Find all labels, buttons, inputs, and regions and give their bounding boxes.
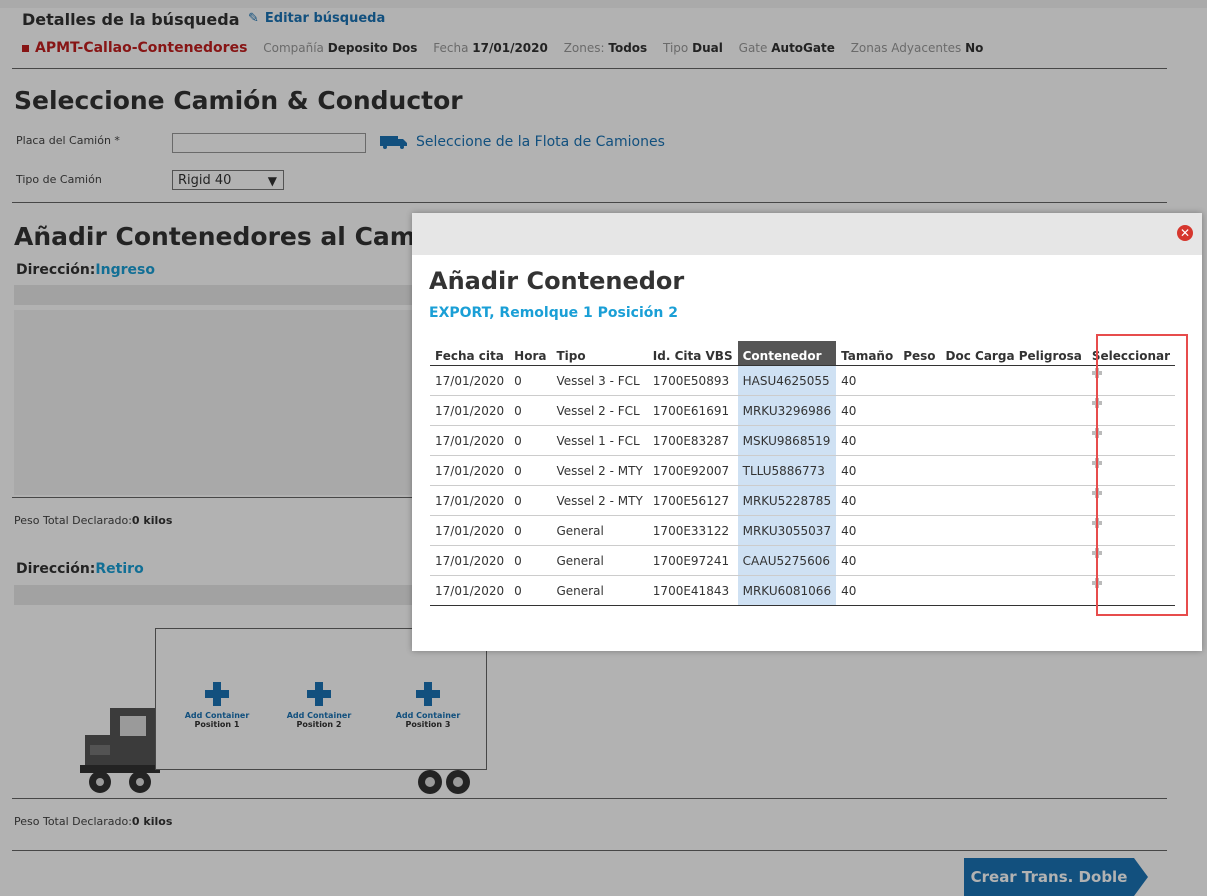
cell-tipo: Vessel 2 - MTY xyxy=(551,455,648,486)
cell-fecha: 17/01/2020 xyxy=(430,485,510,516)
cell-contenedor: MRKU3055037 xyxy=(737,515,837,546)
cell-id: 1700E50893 xyxy=(647,365,738,396)
table-row: 17/01/2020 0 General 1700E33122 MRKU3055037 4… xyxy=(430,515,1176,546)
cell-fecha: 17/01/2020 xyxy=(430,395,510,426)
cell-peso xyxy=(898,575,941,606)
table-row: 17/01/2020 0 Vessel 2 - MTY 1700E92007 TLLU5… xyxy=(430,455,1176,486)
cell-hora: 0 xyxy=(509,545,552,576)
cell-hora: 0 xyxy=(509,515,552,546)
cell-id: 1700E97241 xyxy=(647,545,738,576)
cell-doc xyxy=(940,515,1087,546)
modal-header xyxy=(412,213,1202,255)
cell-tamano: 40 xyxy=(836,395,899,426)
modal-title: Añadir Contenedor xyxy=(429,267,685,295)
cell-hora: 0 xyxy=(509,425,552,456)
modal-subtitle: EXPORT, Remolque 1 Posición 2 xyxy=(429,305,678,321)
cell-tamano: 40 xyxy=(836,455,899,486)
table-row: 17/01/2020 0 Vessel 2 - MTY 1700E56127 MRKU5… xyxy=(430,485,1176,516)
cell-fecha: 17/01/2020 xyxy=(430,575,510,606)
cell-tamano: 40 xyxy=(836,545,899,576)
cell-tipo: General xyxy=(551,515,648,546)
column-header: Id. Cita VBS xyxy=(647,341,738,366)
cell-tamano: 40 xyxy=(836,425,899,456)
cell-fecha: 17/01/2020 xyxy=(430,515,510,546)
cell-id: 1700E41843 xyxy=(647,575,738,606)
table-row: 17/01/2020 0 General 1700E41843 MRKU6081066 4… xyxy=(430,575,1176,606)
cell-hora: 0 xyxy=(509,395,552,426)
column-header: Tipo xyxy=(551,341,648,366)
cell-fecha: 17/01/2020 xyxy=(430,545,510,576)
cell-doc xyxy=(940,455,1087,486)
column-header: Tamaño xyxy=(836,341,899,366)
column-header: Doc Carga Peligrosa xyxy=(940,341,1087,366)
cell-contenedor: TLLU5886773 xyxy=(737,455,837,486)
column-header: Peso xyxy=(898,341,941,366)
cell-peso xyxy=(898,365,941,396)
cell-contenedor: HASU4625055 xyxy=(737,365,837,396)
cell-tipo: General xyxy=(551,575,648,606)
table-row: 17/01/2020 0 Vessel 3 - FCL 1700E50893 HASU4… xyxy=(430,365,1176,396)
cell-peso xyxy=(898,455,941,486)
cell-tipo: Vessel 2 - FCL xyxy=(551,395,648,426)
cell-hora: 0 xyxy=(509,365,552,396)
cell-tamano: 40 xyxy=(836,515,899,546)
cell-tipo: Vessel 2 - MTY xyxy=(551,485,648,516)
cell-contenedor: CAAU5275606 xyxy=(737,545,837,576)
table-header-row: Fecha cita Hora Tipo Id. Cita VBS Conten… xyxy=(430,341,1176,366)
cell-peso xyxy=(898,395,941,426)
cell-tipo: Vessel 1 - FCL xyxy=(551,425,648,456)
cell-hora: 0 xyxy=(509,455,552,486)
cell-doc xyxy=(940,365,1087,396)
table-row: 17/01/2020 0 Vessel 2 - FCL 1700E61691 MRKU3… xyxy=(430,395,1176,426)
cell-peso xyxy=(898,425,941,456)
cell-tamano: 40 xyxy=(836,575,899,606)
table-row: 17/01/2020 0 General 1700E97241 CAAU5275606 4… xyxy=(430,545,1176,576)
cell-peso xyxy=(898,515,941,546)
cell-tamano: 40 xyxy=(836,485,899,516)
cell-doc xyxy=(940,395,1087,426)
cell-id: 1700E33122 xyxy=(647,515,738,546)
cell-contenedor: MSKU9868519 xyxy=(737,425,837,456)
cell-doc xyxy=(940,425,1087,456)
cell-contenedor: MRKU3296986 xyxy=(737,395,837,426)
add-container-modal: ✕ Añadir Contenedor EXPORT, Remolque 1 P… xyxy=(412,213,1202,651)
cell-hora: 0 xyxy=(509,485,552,516)
container-table: Fecha cita Hora Tipo Id. Cita VBS Conten… xyxy=(430,341,1176,606)
cell-id: 1700E83287 xyxy=(647,425,738,456)
cell-contenedor: MRKU6081066 xyxy=(737,575,837,606)
cell-fecha: 17/01/2020 xyxy=(430,425,510,456)
cell-doc xyxy=(940,575,1087,606)
table-row: 17/01/2020 0 Vessel 1 - FCL 1700E83287 MSKU9… xyxy=(430,425,1176,456)
cell-tipo: Vessel 3 - FCL xyxy=(551,365,648,396)
cell-hora: 0 xyxy=(509,575,552,606)
cell-fecha: 17/01/2020 xyxy=(430,455,510,486)
cell-peso xyxy=(898,485,941,516)
cell-doc xyxy=(940,485,1087,516)
cell-contenedor: MRKU5228785 xyxy=(737,485,837,516)
column-header: Hora xyxy=(509,341,552,366)
cell-id: 1700E56127 xyxy=(647,485,738,516)
cell-tamano: 40 xyxy=(836,365,899,396)
column-header: Contenedor xyxy=(737,341,837,366)
cell-doc xyxy=(940,545,1087,576)
cell-peso xyxy=(898,545,941,576)
cell-fecha: 17/01/2020 xyxy=(430,365,510,396)
column-header: Fecha cita xyxy=(430,341,510,366)
cell-id: 1700E61691 xyxy=(647,395,738,426)
cell-tipo: General xyxy=(551,545,648,576)
select-column-highlight xyxy=(1096,334,1188,616)
close-icon[interactable]: ✕ xyxy=(1177,225,1193,241)
cell-id: 1700E92007 xyxy=(647,455,738,486)
